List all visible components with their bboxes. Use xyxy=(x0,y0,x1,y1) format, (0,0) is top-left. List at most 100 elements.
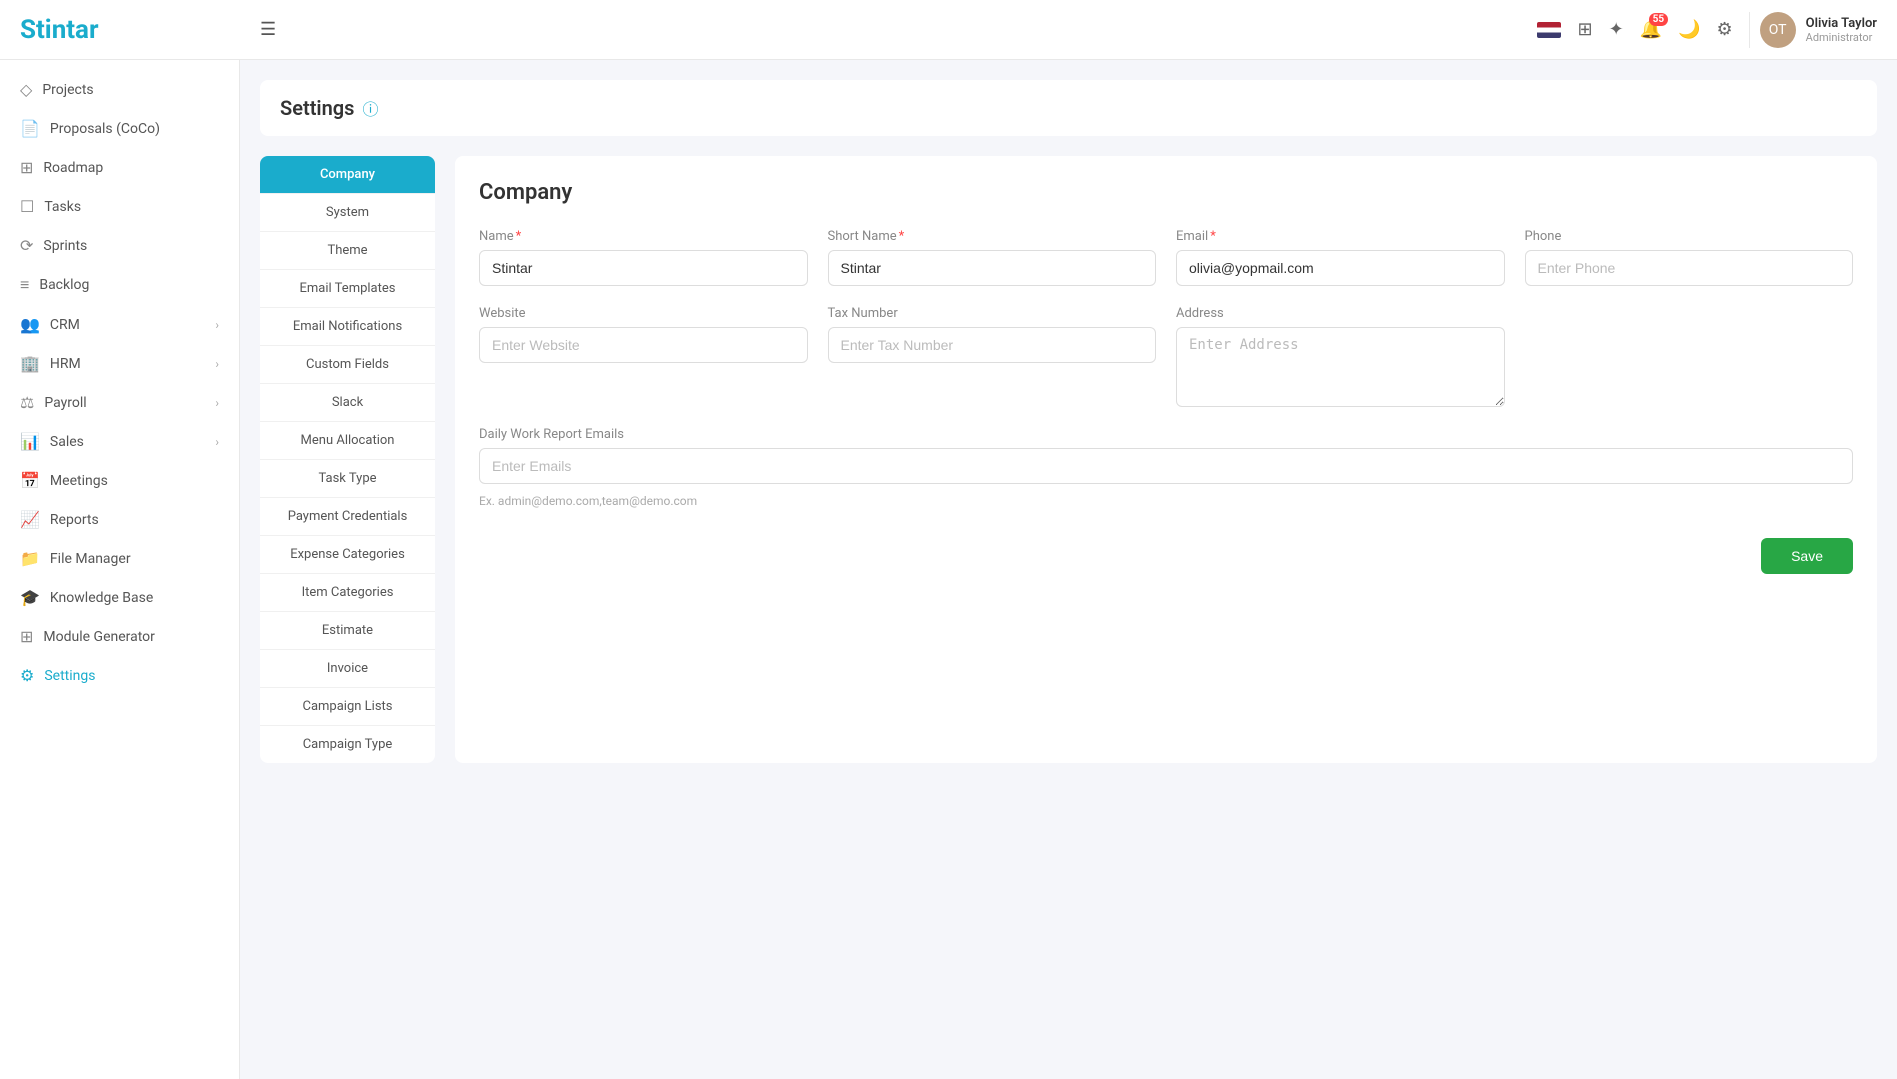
settings-nav-item-categories[interactable]: Item Categories xyxy=(260,574,435,612)
hrm-chevron-icon: › xyxy=(215,357,219,371)
settings-nav-task-type[interactable]: Task Type xyxy=(260,460,435,498)
sidebar-item-sprints[interactable]: ⟳ Sprints xyxy=(0,226,239,265)
sidebar-item-module-generator[interactable]: ⊞ Module Generator xyxy=(0,617,239,656)
hamburger-icon[interactable]: ☰ xyxy=(260,19,276,40)
website-input[interactable] xyxy=(479,327,808,363)
address-input[interactable] xyxy=(1176,327,1505,407)
sidebar-item-payroll[interactable]: ⚖ Payroll › xyxy=(0,383,239,422)
email-field-group: Email* xyxy=(1176,229,1505,286)
settings-nav-menu-allocation[interactable]: Menu Allocation xyxy=(260,422,435,460)
settings-nav-expense-categories[interactable]: Expense Categories xyxy=(260,536,435,574)
daily-work-hint: Ex. admin@demo.com,team@demo.com xyxy=(479,494,1853,508)
theme-toggle-icon[interactable]: 🌙 xyxy=(1678,19,1700,40)
settings-nav-theme[interactable]: Theme xyxy=(260,232,435,270)
apps-icon[interactable]: ⊞ xyxy=(1577,19,1592,40)
website-label: Website xyxy=(479,306,808,321)
save-button[interactable]: Save xyxy=(1761,538,1853,574)
tax-number-label: Tax Number xyxy=(828,306,1157,321)
daily-work-field-group: Daily Work Report Emails Ex. admin@demo.… xyxy=(479,427,1853,508)
projects-icon: ◇ xyxy=(20,80,32,99)
phone-input[interactable] xyxy=(1525,250,1854,286)
user-profile[interactable]: OT Olivia Taylor Administrator xyxy=(1749,12,1877,48)
sidebar-item-proposals[interactable]: 📄 Proposals (CoCo) xyxy=(0,109,239,148)
language-flag-icon[interactable] xyxy=(1537,22,1561,38)
crm-chevron-icon: › xyxy=(215,318,219,332)
sidebar-item-sales[interactable]: 📊 Sales › xyxy=(0,422,239,461)
short-name-input[interactable] xyxy=(828,250,1157,286)
tax-number-input[interactable] xyxy=(828,327,1157,363)
logo: Stintar xyxy=(20,15,99,45)
settings-nav-custom-fields[interactable]: Custom Fields xyxy=(260,346,435,384)
main-layout: ◇ Projects 📄 Proposals (CoCo) ⊞ Roadmap … xyxy=(0,60,1897,1079)
settings-nav-estimate[interactable]: Estimate xyxy=(260,612,435,650)
settings-nav-system[interactable]: System xyxy=(260,194,435,232)
user-name: Olivia Taylor xyxy=(1806,16,1877,31)
settings-nav: Company System Theme Email Templates Ema… xyxy=(260,156,435,763)
sidebar-item-knowledge-base[interactable]: 🎓 Knowledge Base xyxy=(0,578,239,617)
proposals-icon: 📄 xyxy=(20,119,40,138)
sidebar-item-crm[interactable]: 👥 CRM › xyxy=(0,305,239,344)
sidebar-item-file-manager[interactable]: 📁 File Manager xyxy=(0,539,239,578)
sidebar-item-settings[interactable]: ⚙ Settings xyxy=(0,656,239,695)
settings-page-title: Settings xyxy=(280,96,354,120)
name-required: * xyxy=(516,229,522,244)
header: Stintar ☰ ⊞ ✦ 🔔 55 🌙 ⚙ OT Olivia Taylor … xyxy=(0,0,1897,60)
settings-nav-slack[interactable]: Slack xyxy=(260,384,435,422)
name-input[interactable] xyxy=(479,250,808,286)
crm-icon: 👥 xyxy=(20,315,40,334)
grid-icon[interactable]: ✦ xyxy=(1609,19,1624,40)
info-icon[interactable]: ⓘ xyxy=(362,96,378,120)
website-field-group: Website xyxy=(479,306,808,407)
user-info: Olivia Taylor Administrator xyxy=(1806,16,1877,44)
short-name-label: Short Name* xyxy=(828,229,1157,244)
sidebar-item-roadmap[interactable]: ⊞ Roadmap xyxy=(0,148,239,187)
roadmap-icon: ⊞ xyxy=(20,158,33,177)
sidebar-item-projects[interactable]: ◇ Projects xyxy=(0,70,239,109)
hamburger-area: ☰ xyxy=(260,19,1537,40)
sidebar-item-backlog[interactable]: ≡ Backlog xyxy=(0,265,239,305)
email-label: Email* xyxy=(1176,229,1505,244)
sidebar-item-meetings[interactable]: 📅 Meetings xyxy=(0,461,239,500)
form-row-3: Daily Work Report Emails Ex. admin@demo.… xyxy=(479,427,1853,508)
settings-nav-campaign-type[interactable]: Campaign Type xyxy=(260,726,435,763)
sidebar-item-tasks[interactable]: ☐ Tasks xyxy=(0,187,239,226)
meetings-icon: 📅 xyxy=(20,471,40,490)
file-manager-icon: 📁 xyxy=(20,549,40,568)
settings-nav-campaign-lists[interactable]: Campaign Lists xyxy=(260,688,435,726)
settings-nav-invoice[interactable]: Invoice xyxy=(260,650,435,688)
sidebar-item-hrm[interactable]: 🏢 HRM › xyxy=(0,344,239,383)
settings-content: Company Name* Short Name* xyxy=(455,156,1877,763)
header-right: ⊞ ✦ 🔔 55 🌙 ⚙ OT Olivia Taylor Administra… xyxy=(1537,12,1877,48)
sales-chevron-icon: › xyxy=(215,435,219,449)
name-field-group: Name* xyxy=(479,229,808,286)
phone-label: Phone xyxy=(1525,229,1854,244)
settings-nav-company[interactable]: Company xyxy=(260,156,435,194)
settings-gear-icon: ⚙ xyxy=(20,666,34,685)
company-section-title: Company xyxy=(479,180,1853,205)
address-field-group: Address xyxy=(1176,306,1505,407)
email-input[interactable] xyxy=(1176,250,1505,286)
sprints-icon: ⟳ xyxy=(20,236,33,255)
sidebar-item-reports[interactable]: 📈 Reports xyxy=(0,500,239,539)
settings-nav-email-templates[interactable]: Email Templates xyxy=(260,270,435,308)
user-role: Administrator xyxy=(1806,31,1877,44)
settings-icon[interactable]: ⚙ xyxy=(1717,19,1733,40)
knowledge-base-icon: 🎓 xyxy=(20,588,40,607)
settings-layout: Company System Theme Email Templates Ema… xyxy=(260,156,1877,763)
short-name-required: * xyxy=(899,229,905,244)
address-label: Address xyxy=(1176,306,1505,321)
sales-icon: 📊 xyxy=(20,432,40,451)
email-required: * xyxy=(1210,229,1216,244)
settings-header: Settings ⓘ xyxy=(260,80,1877,136)
name-label: Name* xyxy=(479,229,808,244)
notification-badge: 55 xyxy=(1649,13,1668,26)
daily-work-input[interactable] xyxy=(479,448,1853,484)
main-content: Settings ⓘ Company System Theme Email Te… xyxy=(240,60,1897,1079)
payroll-icon: ⚖ xyxy=(20,393,34,412)
reports-icon: 📈 xyxy=(20,510,40,529)
settings-nav-email-notifications[interactable]: Email Notifications xyxy=(260,308,435,346)
notification-icon[interactable]: 🔔 55 xyxy=(1640,19,1662,40)
tasks-icon: ☐ xyxy=(20,197,34,216)
settings-nav-payment-credentials[interactable]: Payment Credentials xyxy=(260,498,435,536)
payroll-chevron-icon: › xyxy=(215,396,219,410)
